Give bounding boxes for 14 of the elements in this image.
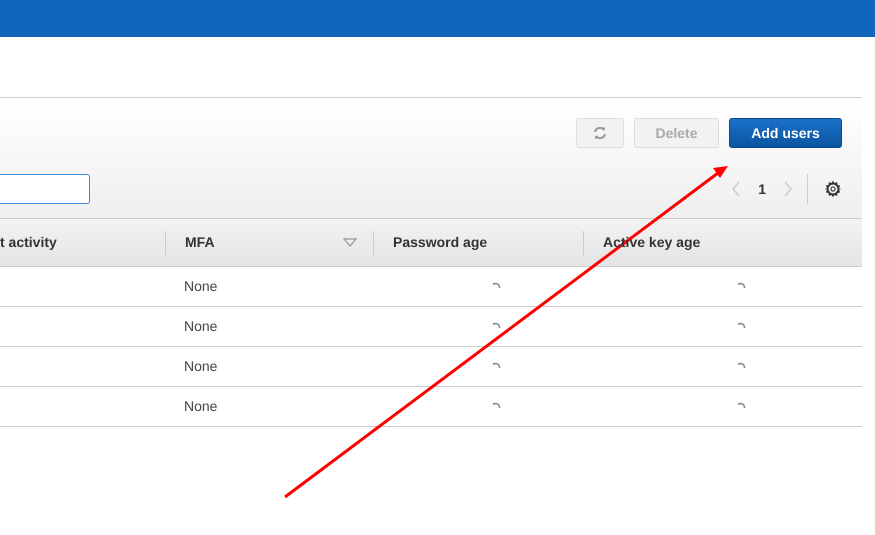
column-header[interactable]: t activity <box>0 232 57 253</box>
settings-icon[interactable] <box>824 180 842 198</box>
page-number[interactable]: 1 <box>758 178 766 200</box>
search-field[interactable] <box>0 174 90 204</box>
table-cell: None <box>184 318 218 334</box>
refresh-button[interactable] <box>576 118 624 148</box>
table-cell: None <box>184 358 218 374</box>
add-users-button[interactable]: Add users <box>729 118 842 148</box>
sort-icon[interactable] <box>343 238 357 247</box>
column-header[interactable]: Password age <box>393 232 488 253</box>
table-cell: None <box>184 278 218 294</box>
table-cell: None <box>184 398 218 414</box>
refresh-icon <box>593 126 607 140</box>
column-header[interactable]: MFA <box>185 232 215 253</box>
